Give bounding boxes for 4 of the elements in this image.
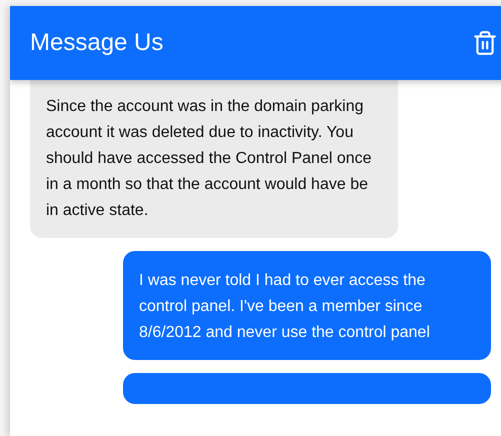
- delete-icon[interactable]: [472, 28, 498, 58]
- received-message: Since the account was in the domain parking account it was deleted due to inactivity. You should have accessed the Control Panel once in a month so that the account would have be in active state.: [30, 80, 398, 238]
- sent-message: I was never told I had to ever access the control panel. I've been a member since 8/6/2012 and never use the control panel: [123, 251, 491, 360]
- header-title: Message Us: [30, 29, 164, 57]
